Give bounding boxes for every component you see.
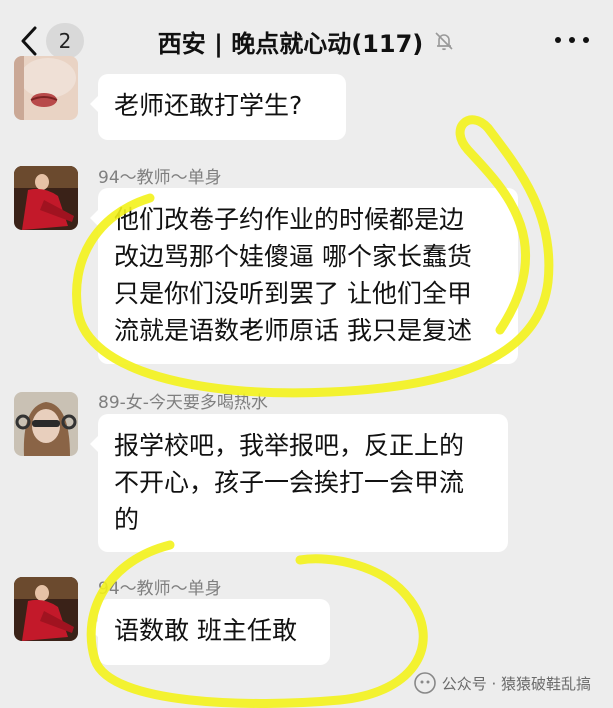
message-bubble[interactable]: 老师还敢打学生?	[90, 74, 346, 140]
avatar[interactable]	[14, 577, 78, 641]
more-button[interactable]	[555, 34, 589, 46]
avatar-image	[14, 166, 78, 230]
unread-count-badge[interactable]: 2	[46, 23, 84, 59]
avatar[interactable]	[14, 56, 78, 120]
message-bubble[interactable]: 语数敢 班主任敢	[90, 599, 330, 665]
bell-muted-icon	[435, 32, 453, 51]
avatar-image	[14, 392, 78, 456]
avatar-image	[14, 56, 78, 120]
more-dot	[569, 37, 575, 43]
back-button[interactable]	[14, 25, 44, 57]
message-bubble[interactable]: 他们改卷子约作业的时候都是边 改边骂那个娃傻逼 哪个家长蠢货 只是你们没听到罢了…	[90, 188, 518, 364]
message-text-line: 改边骂那个娃傻逼 哪个家长蠢货	[114, 242, 472, 271]
chat-header: 2 西安 | 晚点就心动(117)	[0, 0, 613, 80]
message-text-line: 的	[114, 505, 140, 534]
more-dot	[583, 37, 589, 43]
wechat-official-account-icon	[413, 672, 436, 694]
message-text-line: 不开心，孩子一会挨打一会甲流	[114, 468, 465, 497]
message-text-line: 他们改卷子约作业的时候都是边	[114, 205, 465, 234]
message-text-line: 流就是语数老师原话 我只是复述	[114, 316, 472, 345]
message-text: 老师还敢打学生?	[114, 91, 303, 120]
sender-name: 94～教师～单身	[98, 168, 222, 188]
more-dot	[555, 37, 561, 43]
message-text: 语数敢 班主任敢	[114, 616, 297, 645]
avatar[interactable]	[14, 166, 78, 230]
chat-title-bar: 西安 | 晚点就心动(117)	[110, 25, 503, 58]
sender-name: 94～教师～单身	[98, 579, 222, 599]
sender-name: 89-女-今天要多喝热水	[98, 393, 268, 413]
avatar[interactable]	[14, 392, 78, 456]
message-text-line: 报学校吧，我举报吧，反正上的	[114, 431, 465, 460]
chevron-left-icon	[21, 26, 37, 56]
chat-title: 西安 | 晚点就心动(117)	[157, 29, 424, 58]
avatar-image	[14, 577, 78, 641]
message-bubble[interactable]: 报学校吧，我举报吧，反正上的 不开心，孩子一会挨打一会甲流 的	[90, 414, 508, 552]
message-text-line: 只是你们没听到罢了 让他们全甲	[114, 279, 472, 308]
watermark-text: 公众号 · 猿猿破鞋乱搞	[441, 674, 591, 693]
watermark: 公众号 · 猿猿破鞋乱搞	[413, 672, 591, 694]
